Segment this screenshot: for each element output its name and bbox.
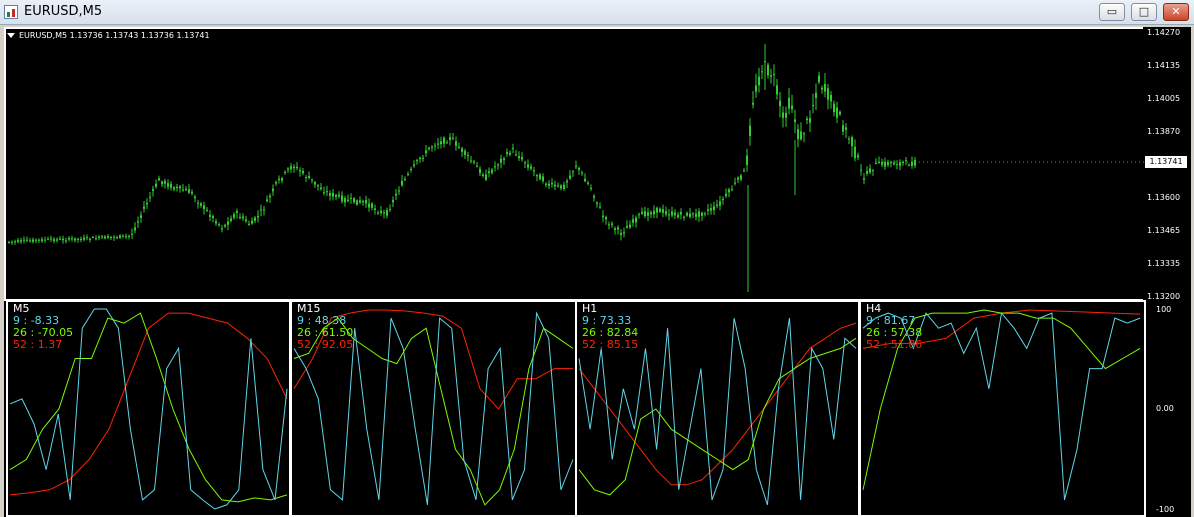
medium-line bbox=[578, 337, 857, 496]
slow-value-label: 52 : 92.05 bbox=[297, 338, 354, 351]
indicator-tick-label: 100 bbox=[1156, 305, 1172, 314]
slow-value-label: 52 : 1.37 bbox=[13, 338, 63, 351]
indicator-lines bbox=[9, 308, 1141, 510]
slow-value-label: 52 : 85.15 bbox=[582, 338, 639, 351]
slow-value-label: 52 : 51.86 bbox=[866, 338, 923, 351]
indicator-tick-label: -100 bbox=[1156, 505, 1175, 514]
indicator-tick-label: 0.00 bbox=[1156, 404, 1174, 413]
